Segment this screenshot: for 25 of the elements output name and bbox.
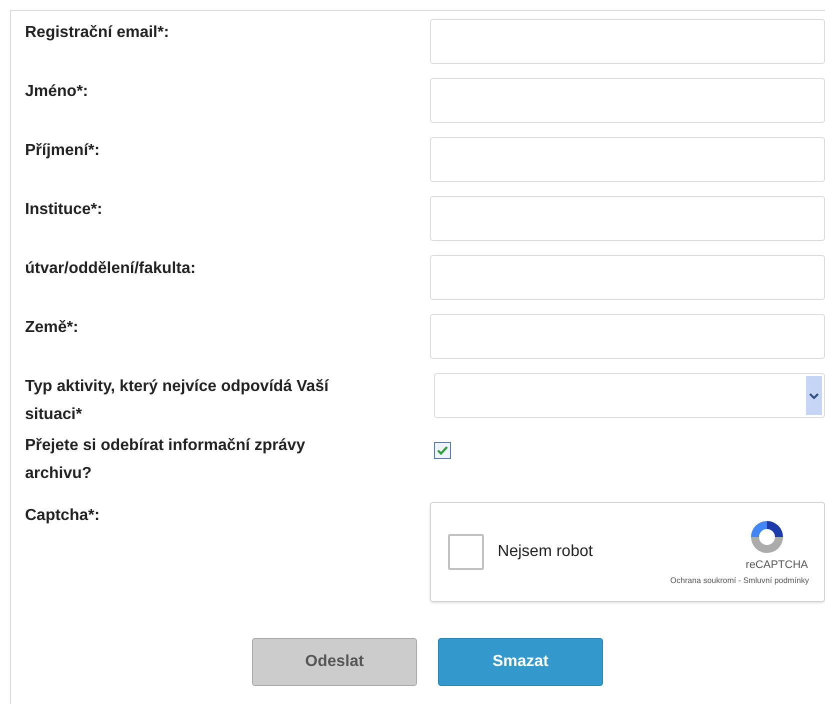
text-field[interactable] (430, 314, 825, 359)
field-label: Captcha*: (25, 506, 101, 526)
text-field[interactable] (430, 137, 825, 182)
captcha-checkbox[interactable] (448, 534, 484, 570)
text-field[interactable] (430, 196, 825, 241)
field-label: útvar/oddělení/fakulta: (25, 259, 197, 279)
secondary-button[interactable]: Odeslat (252, 638, 417, 686)
privacy-terms-links[interactable]: Ochrana soukromí - Smluvní podmínky (670, 575, 809, 588)
field-label: Jméno*: (25, 82, 90, 102)
field-label: Příjmení*: (25, 141, 101, 161)
field-label: Instituce*: (25, 200, 104, 220)
dropdown-chevron-icon[interactable] (806, 376, 822, 415)
field-label: Typ aktivity, který nejvíce odpovídá Vaší situaci* (25, 377, 330, 425)
captcha-text: Nejsem robot (498, 542, 593, 562)
field-label: Země*: (25, 318, 80, 338)
primary-button[interactable]: Smazat (438, 638, 603, 686)
field-label: Přejete si odebírat informační zprávy archivu? (25, 436, 306, 484)
select-field[interactable] (434, 373, 825, 418)
text-field[interactable] (430, 255, 825, 300)
text-field[interactable] (430, 19, 825, 64)
checkmark-icon (437, 446, 448, 455)
field-label: Registrační email*: (25, 23, 170, 43)
recaptcha-label: reCAPTCHA (746, 558, 808, 573)
checkbox[interactable] (434, 442, 451, 459)
text-field[interactable] (430, 78, 825, 123)
